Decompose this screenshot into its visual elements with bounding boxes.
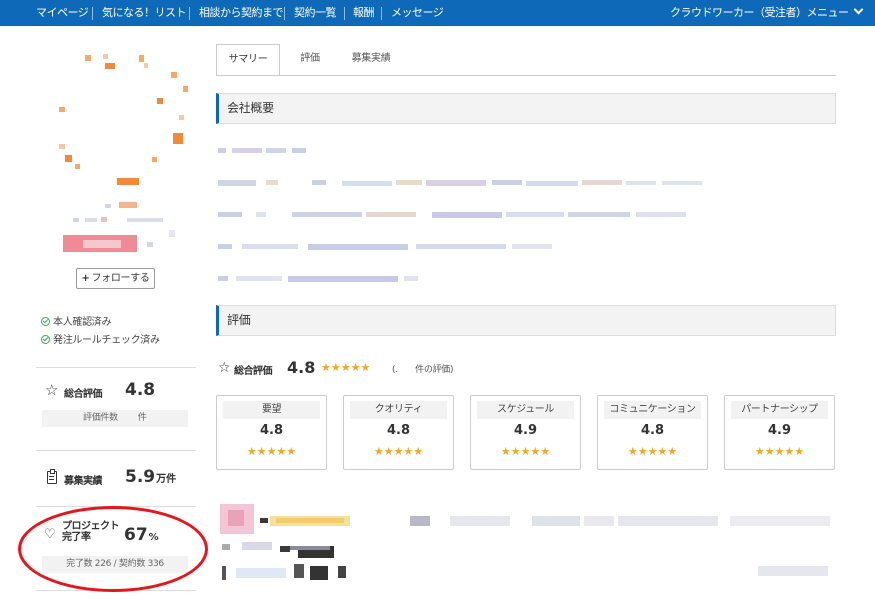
verification-identity: 本人確認済み xyxy=(41,313,112,328)
tab-recruitment[interactable]: 募集実績 xyxy=(340,44,402,76)
rating-label: 総合評価 xyxy=(64,389,103,400)
nav-consult-to-contract[interactable]: 相談から契約まで xyxy=(199,0,284,26)
rating-card-name: パートナーシップ xyxy=(731,401,828,419)
rating-card-value: 4.9 xyxy=(513,423,538,438)
nav-separator xyxy=(189,7,190,20)
follow-label: フォローする xyxy=(91,273,150,284)
clipboard-icon xyxy=(47,469,57,484)
rating-card-value: 4.8 xyxy=(259,423,284,438)
nav-separator xyxy=(344,7,345,20)
overall-rating-value: 4.8 xyxy=(287,358,316,377)
divider xyxy=(36,450,196,451)
review-entry xyxy=(220,504,830,580)
nav-separator xyxy=(381,7,382,20)
rating-card-stars: ★★★★★ xyxy=(373,445,424,458)
recruit-value: 5.9万件 xyxy=(125,467,176,487)
rating-value: 4.8 xyxy=(125,380,156,400)
rating-card-name: スケジュール xyxy=(477,401,574,419)
recruit-number: 5.9 xyxy=(125,467,156,487)
nav-watchlist[interactable]: 気になる！リスト xyxy=(102,0,187,26)
rating-count-suffix: 件 xyxy=(137,413,147,423)
nav-messages[interactable]: メッセージ xyxy=(391,0,444,26)
rating-card-name: コミュニケーション xyxy=(604,401,701,419)
verification-label: 本人確認済み xyxy=(53,317,112,328)
rating-count-label: 評価件数 xyxy=(83,413,118,423)
star-outline-icon: ☆ xyxy=(45,381,59,399)
rating-card-stars: ★★★★★ xyxy=(246,445,297,458)
nav-contracts[interactable]: 契約一覧 xyxy=(294,0,337,26)
rating-count: 評価件数 件 xyxy=(42,410,188,427)
star-outline-icon: ☆ xyxy=(218,360,231,376)
rating-card-name: 要望 xyxy=(223,401,320,419)
rating-card-request: 要望 4.8 ★★★★★ xyxy=(216,395,327,470)
section-company-header: 会社概要 xyxy=(216,93,836,124)
nav-separator xyxy=(284,7,285,20)
highlight-ellipse xyxy=(18,506,208,592)
verification-label: 発注ルールチェック済み xyxy=(53,335,160,346)
nav-separator xyxy=(92,7,93,20)
recruit-unit: 万件 xyxy=(156,474,177,485)
check-circle-icon xyxy=(41,335,50,344)
verification-order-rules: 発注ルールチェック済み xyxy=(41,331,160,346)
rating-card-schedule: スケジュール 4.9 ★★★★★ xyxy=(470,395,581,470)
rating-card-stars: ★★★★★ xyxy=(500,445,551,458)
nav-rewards[interactable]: 報酬 xyxy=(353,0,375,26)
tab-underline xyxy=(216,75,836,76)
rating-card-stars: ★★★★★ xyxy=(754,445,805,458)
divider xyxy=(36,367,196,368)
company-description xyxy=(218,148,702,282)
rating-card-value: 4.8 xyxy=(386,423,411,438)
recruit-label: 募集実績 xyxy=(64,476,103,487)
top-nav: マイページ 気になる！リスト 相談から契約まで 契約一覧 報酬 メッセージ クラ… xyxy=(0,0,875,26)
role-menu-label: クラウドワーカー（受注者）メニュー xyxy=(670,6,849,19)
rating-card-partnership: パートナーシップ 4.9 ★★★★★ xyxy=(724,395,835,470)
avatar xyxy=(59,54,188,252)
tab-evaluation[interactable]: 評価 xyxy=(288,44,332,76)
plus-icon: + xyxy=(81,273,90,284)
overall-rating-label: 総合評価 xyxy=(234,366,273,377)
overall-rating-stars: ★★★★★ xyxy=(321,361,371,374)
rating-card-communication: コミュニケーション 4.8 ★★★★★ xyxy=(597,395,708,470)
nav-mypage[interactable]: マイページ xyxy=(36,0,89,26)
rating-card-stars: ★★★★★ xyxy=(627,445,678,458)
nav-role-menu[interactable]: クラウドワーカー（受注者）メニュー xyxy=(670,0,863,26)
chevron-down-icon xyxy=(853,4,863,15)
rating-card-value: 4.9 xyxy=(767,423,792,438)
follow-button[interactable]: + フォローする xyxy=(76,268,155,289)
overall-rating-count: (. 件の評価) xyxy=(392,365,454,375)
rating-card-name: クオリティ xyxy=(350,401,447,419)
rating-card-value: 4.8 xyxy=(640,423,665,438)
check-circle-icon xyxy=(41,317,50,326)
section-evaluation-header: 評価 xyxy=(216,305,836,336)
tab-summary[interactable]: サマリー xyxy=(216,44,280,76)
rating-card-quality: クオリティ 4.8 ★★★★★ xyxy=(343,395,454,470)
